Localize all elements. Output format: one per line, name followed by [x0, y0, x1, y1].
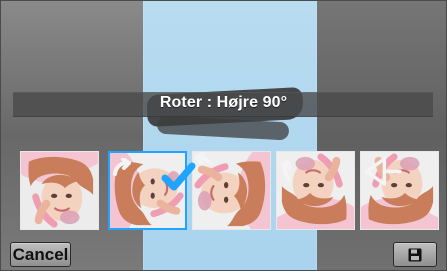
check-mark-icon [161, 162, 196, 191]
rotation-filmstrip [20, 151, 442, 232]
rotate-dialog-screen: Roter : Højre 90° Cancel [0, 0, 447, 271]
thumbnail-rotate-180[interactable] [276, 151, 355, 230]
rotate-right-icon [113, 158, 131, 176]
portrait-thumbnail [21, 152, 98, 229]
dialog-title: Roter : Højre 90° [159, 94, 288, 111]
mirrored-portrait-thumbnail [361, 152, 438, 229]
rotated-portrait-thumbnail [193, 152, 270, 229]
save-button[interactable] [393, 242, 437, 267]
save-icon [408, 248, 422, 262]
rotated-portrait-thumbnail [277, 152, 354, 229]
thumbnail-original[interactable] [20, 151, 99, 230]
thumbnail-rotate-left-90[interactable] [192, 151, 271, 230]
cancel-button[interactable]: Cancel [10, 242, 71, 267]
thumbnail-mirror[interactable] [360, 151, 439, 230]
